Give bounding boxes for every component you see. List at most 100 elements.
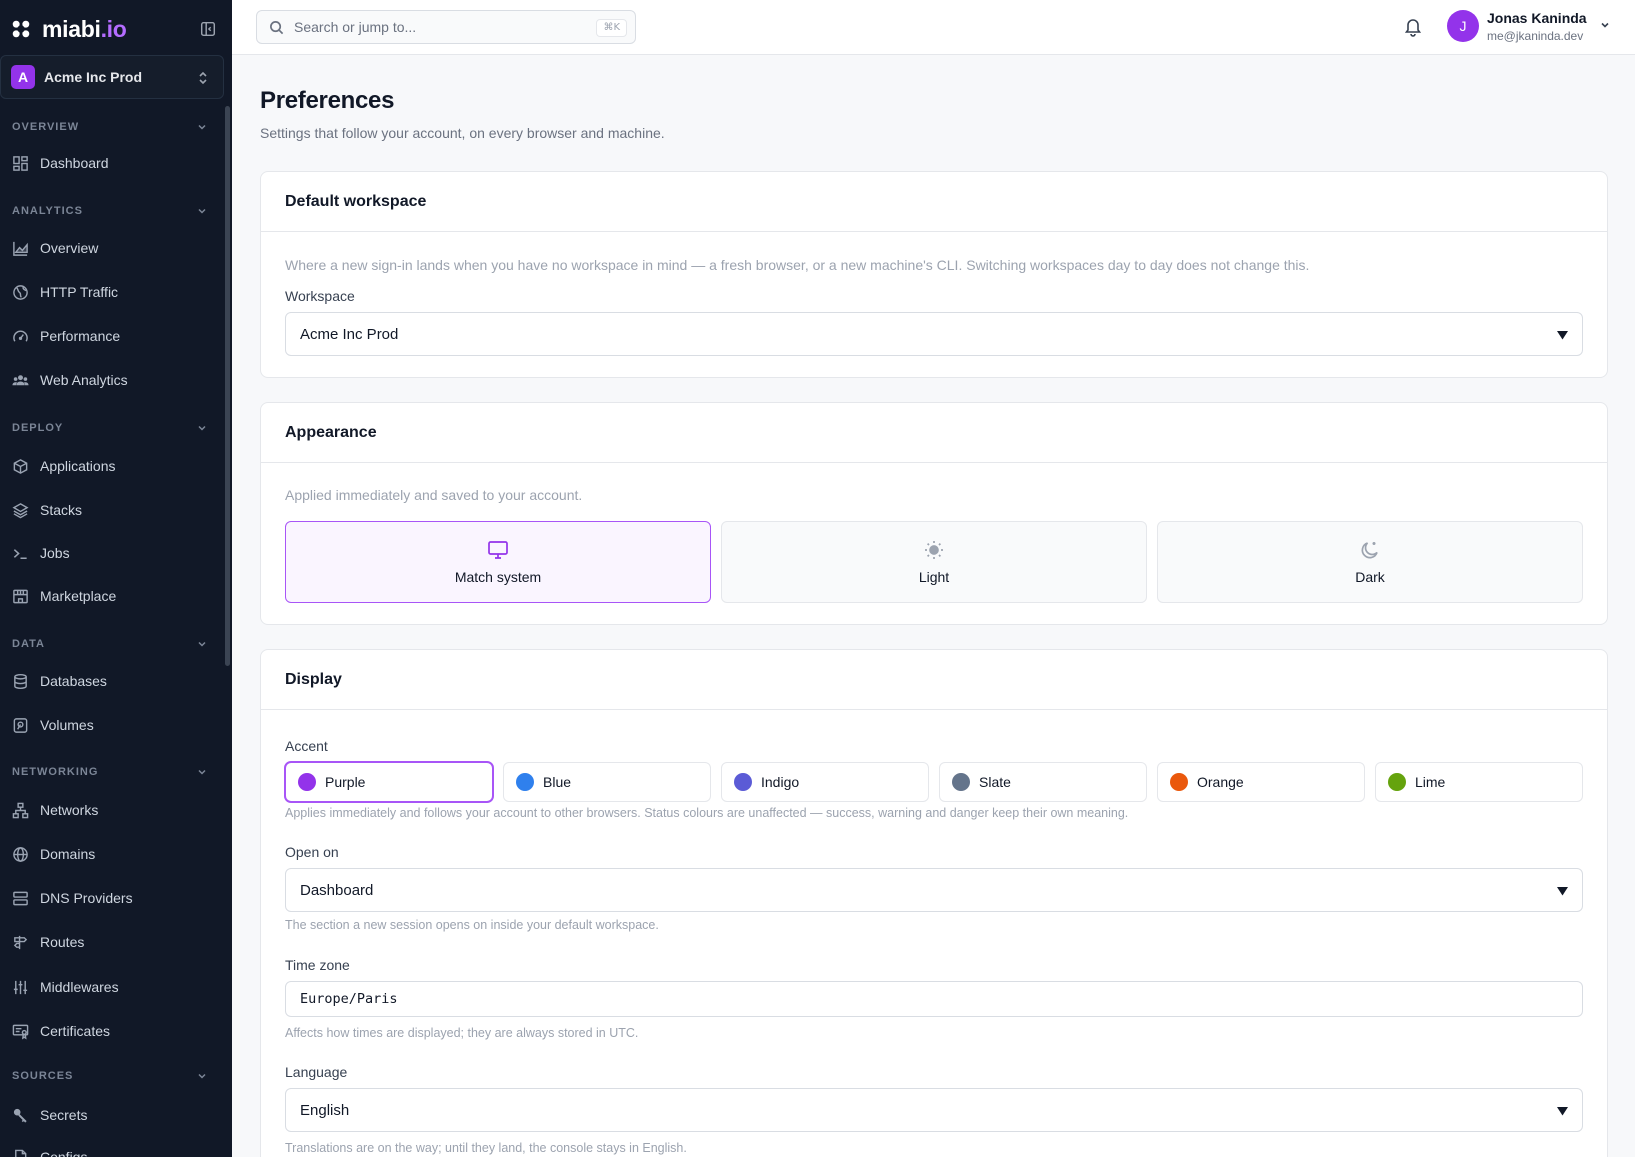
user-menu[interactable]: J Jonas Kaninda me@jkaninda.dev (1447, 9, 1617, 45)
workspace-name: Acme Inc Prod (44, 69, 143, 85)
brand-name: miabi.io (42, 16, 127, 43)
sidebar-item-domains[interactable]: Domains (12, 839, 222, 869)
page-subtitle: Settings that follow your account, on ev… (260, 125, 665, 141)
chevron-down-icon (198, 769, 206, 775)
sidebar: miabi.io A Acme Inc Prod OVERVIEW ANALYT… (0, 0, 232, 1157)
theme-options: Match system Light Dark (285, 521, 1583, 603)
store-icon (13, 589, 28, 603)
sidebar-item-configs[interactable]: Configs (12, 1142, 222, 1157)
section-label: DEPLOY (12, 422, 64, 434)
sidebar-item-label: Configs (40, 1149, 88, 1157)
section-sources[interactable]: SOURCES (12, 1068, 208, 1084)
workspace-select[interactable]: Acme Inc Prod (285, 312, 1583, 356)
sidebar-item-secrets[interactable]: Secrets (12, 1100, 222, 1130)
section-label: NETWORKING (12, 766, 99, 778)
sidebar-item-middlewares[interactable]: Middlewares (12, 972, 222, 1002)
accent-option-label: Lime (1415, 774, 1446, 790)
sidebar-scrollbar[interactable] (225, 106, 230, 666)
accent-option-orange[interactable]: Orange (1157, 762, 1365, 802)
section-deploy[interactable]: DEPLOY (12, 420, 208, 436)
sidebar-item-performance[interactable]: Performance (12, 321, 222, 351)
accent-option-indigo[interactable]: Indigo (721, 762, 929, 802)
caret-down-icon (1557, 887, 1568, 896)
search-input[interactable]: Search or jump to... ⌘K (256, 10, 636, 44)
chevron-down-icon (198, 208, 206, 214)
accent-option-purple[interactable]: Purple (285, 762, 493, 802)
brand[interactable]: miabi.io (10, 16, 127, 42)
sidebar-item-label: Jobs (40, 545, 70, 561)
accent-option-lime[interactable]: Lime (1375, 762, 1583, 802)
sidebar-item-label: HTTP Traffic (40, 284, 119, 300)
sidebar-item-label: DNS Providers (40, 890, 133, 906)
sidebar-item-applications[interactable]: Applications (12, 451, 222, 481)
theme-option-match-system[interactable]: Match system (285, 521, 711, 603)
bell-icon[interactable] (1402, 15, 1424, 37)
accent-option-slate[interactable]: Slate (939, 762, 1147, 802)
sidebar-item-marketplace[interactable]: Marketplace (12, 581, 222, 611)
open-on-help: The section a new session opens on insid… (285, 918, 659, 932)
terminal-icon (13, 548, 27, 559)
caret-down-icon (1557, 331, 1568, 340)
sidebar-item-label: Dashboard (40, 155, 109, 171)
sidebar-item-dashboard[interactable]: Dashboard (12, 148, 222, 178)
language-select[interactable]: English (285, 1088, 1583, 1132)
appearance-card: Appearance Applied immediately and saved… (260, 402, 1608, 625)
sidebar-item-web-analytics[interactable]: Web Analytics (12, 365, 222, 395)
section-overview[interactable]: OVERVIEW (12, 119, 208, 135)
main-content: Preferences Settings that follow your ac… (232, 55, 1635, 1157)
section-label: DATA (12, 638, 45, 650)
sidebar-item-databases[interactable]: Databases (12, 666, 222, 696)
accent-option-label: Purple (325, 774, 366, 790)
accent-swatch (1170, 773, 1188, 791)
database-icon (14, 673, 27, 689)
section-analytics[interactable]: ANALYTICS (12, 203, 208, 219)
timezone-input[interactable]: Europe/Paris (285, 981, 1583, 1017)
sidebar-toggle-icon[interactable] (199, 20, 217, 38)
sidebar-item-label: Stacks (40, 502, 83, 518)
accent-option-label: Orange (1197, 774, 1244, 790)
search-icon (270, 20, 284, 34)
globe-icon (13, 284, 28, 300)
certificate-icon (12, 1024, 29, 1040)
card-title: Display (261, 650, 1607, 710)
workspace-switcher[interactable]: A Acme Inc Prod (0, 55, 224, 99)
theme-option-dark[interactable]: Dark (1157, 521, 1583, 603)
users-icon (12, 374, 29, 385)
accent-swatch (952, 773, 970, 791)
section-data[interactable]: DATA (12, 636, 208, 652)
appearance-description: Applied immediately and saved to your ac… (285, 487, 583, 503)
sidebar-item-label: Marketplace (40, 588, 117, 604)
sidebar-item-label: Networks (40, 802, 99, 818)
sidebar-item-overview[interactable]: Overview (12, 233, 222, 263)
accent-help: Applies immediately and follows your acc… (285, 806, 1129, 820)
section-label: OVERVIEW (12, 121, 80, 133)
sidebar-item-stacks[interactable]: Stacks (12, 495, 222, 525)
sidebar-item-jobs[interactable]: Jobs (12, 538, 222, 568)
open-on-select[interactable]: Dashboard (285, 868, 1583, 912)
theme-option-light[interactable]: Light (721, 521, 1147, 603)
chart-area-icon (13, 241, 28, 256)
sidebar-item-http-traffic[interactable]: HTTP Traffic (12, 277, 222, 307)
app: miabi.io A Acme Inc Prod OVERVIEW ANALYT… (0, 0, 1635, 1157)
sidebar-item-networks[interactable]: Networks (12, 795, 222, 825)
file-icon (15, 1149, 27, 1157)
sidebar-item-volumes[interactable]: Volumes (12, 710, 222, 740)
accent-option-blue[interactable]: Blue (503, 762, 711, 802)
sidebar-item-label: Domains (40, 846, 96, 862)
section-networking[interactable]: NETWORKING (12, 764, 208, 780)
search-placeholder: Search or jump to... (294, 19, 417, 35)
hard-drive-icon (13, 717, 28, 733)
timezone-label: Time zone (285, 957, 350, 973)
topbar: Search or jump to... ⌘K J Jonas Kaninda … (232, 0, 1635, 55)
accent-option-label: Blue (543, 774, 572, 790)
sidebar-item-label: Volumes (40, 717, 94, 733)
accent-swatch (1388, 773, 1406, 791)
sidebar-item-label: Routes (40, 934, 85, 950)
accent-swatch (516, 773, 534, 791)
sidebar-item-dns-providers[interactable]: DNS Providers (12, 883, 222, 913)
sidebar-item-certificates[interactable]: Certificates (12, 1016, 222, 1046)
moon-icon (1361, 542, 1378, 559)
workspace-select-value: Acme Inc Prod (300, 325, 399, 343)
sidebar-item-routes[interactable]: Routes (12, 927, 222, 957)
sidebar-item-label: Middlewares (40, 979, 119, 995)
